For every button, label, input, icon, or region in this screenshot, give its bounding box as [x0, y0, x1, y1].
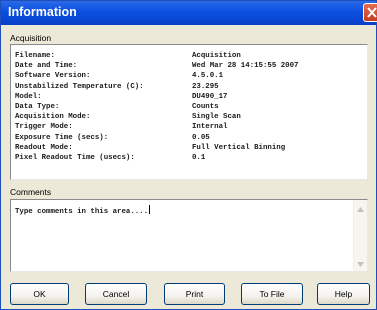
info-value: 0.05: [192, 133, 210, 142]
info-value: 23.295: [192, 82, 219, 91]
arrow-up-icon: [357, 199, 364, 217]
info-value: Acquisition: [192, 52, 241, 60]
acquisition-panel: Filename: Acquisition Date and Time: Wed…: [10, 44, 368, 180]
window-title: Information: [8, 5, 77, 19]
info-value: Internal: [192, 123, 228, 132]
info-value: Single Scan: [192, 113, 241, 122]
comments-textarea[interactable]: Type comments in this area....: [10, 199, 368, 272]
ok-button[interactable]: OK: [10, 283, 69, 305]
info-value: Counts: [192, 102, 219, 111]
info-value: 0.1: [192, 153, 206, 162]
acquisition-label: Acquisition: [10, 33, 52, 43]
info-key: Acquisition Mode:: [15, 113, 91, 122]
info-key: Readout Mode:: [15, 143, 73, 152]
info-key: Software Version:: [15, 72, 91, 81]
arrow-down-icon: [357, 254, 364, 272]
comments-scrollbar[interactable]: [353, 200, 367, 271]
scroll-up-button[interactable]: [354, 201, 367, 215]
info-value: 4.5.0.1: [192, 72, 224, 81]
info-value: Wed Mar 28 14:15:55 2007: [192, 62, 299, 71]
comments-label: Comments: [10, 187, 52, 197]
info-key: Model:: [15, 92, 42, 101]
info-key: Date and Time:: [15, 62, 78, 71]
info-key: Exposure Time (secs):: [15, 133, 109, 142]
info-key: Data Type:: [15, 102, 60, 111]
info-key: Pixel Readout Time (usecs):: [15, 153, 135, 162]
close-button[interactable]: [363, 3, 377, 22]
comments-value: Type comments in this area....: [15, 208, 149, 216]
info-key: Trigger Mode:: [15, 123, 73, 132]
print-button[interactable]: Print: [164, 283, 225, 305]
info-value: DU490_17: [192, 92, 228, 101]
comments-text: Type comments in this area....: [15, 205, 151, 216]
information-dialog: Information Acquisition Filename: Acquis…: [0, 0, 377, 310]
info-key: Filename:: [15, 52, 55, 60]
info-value: Full Vertical Binning: [192, 143, 286, 152]
cancel-button[interactable]: Cancel: [85, 283, 147, 305]
info-key: Unstabilized Temperature (C):: [15, 82, 144, 91]
help-button[interactable]: Help: [317, 283, 370, 305]
title-bar[interactable]: Information: [1, 1, 377, 25]
text-caret: [149, 205, 151, 214]
scroll-down-button[interactable]: [354, 256, 367, 270]
to-file-button[interactable]: To File: [241, 283, 303, 305]
